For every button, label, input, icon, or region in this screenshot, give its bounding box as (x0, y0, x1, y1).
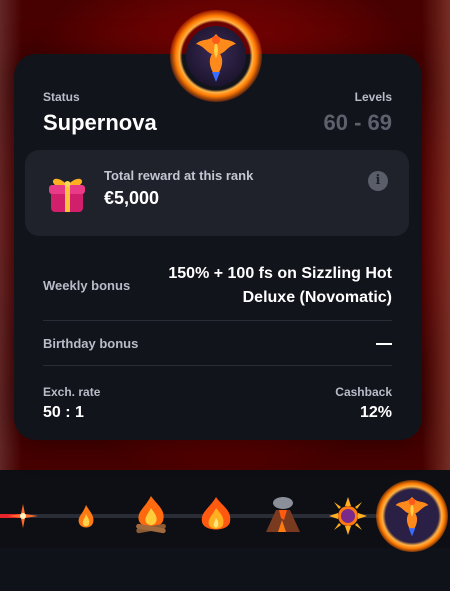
exchange-rate-value: 50 : 1 (43, 404, 84, 421)
reward-value: €5,000 (104, 188, 160, 208)
big-flame-icon (201, 497, 231, 530)
status-value: Supernova (43, 110, 157, 135)
cashback-label: Cashback (335, 385, 392, 399)
divider (43, 320, 392, 321)
exchange-rate-label: Exch. rate (43, 385, 101, 399)
phoenix-emblem-icon (170, 10, 262, 102)
cashback-value: 12% (359, 404, 392, 421)
volcano-icon (266, 497, 300, 532)
weekly-bonus-value: 150% + 100 fs on Sizzling Hot Deluxe (No… (168, 265, 392, 306)
reward-label: Total reward at this rank (104, 168, 254, 183)
sun-icon (329, 497, 367, 535)
status-label: Status (43, 90, 80, 104)
spark-icon (8, 504, 38, 528)
background-bottom-band (0, 548, 450, 591)
rank-card: Status Supernova Levels 60 - 69 Total re… (14, 54, 422, 440)
birthday-bonus-value-dash (376, 343, 392, 345)
levels-label: Levels (354, 90, 392, 104)
campfire-icon (136, 496, 166, 534)
info-icon[interactable]: i (368, 171, 388, 191)
phoenix-icon (376, 480, 448, 552)
reward-panel: Total reward at this rank €5,000 i (25, 150, 409, 236)
gift-icon (49, 178, 85, 212)
divider (43, 365, 392, 366)
levels-value: 60 - 69 (323, 110, 393, 135)
weekly-bonus-label: Weekly bonus (43, 278, 131, 293)
birthday-bonus-label: Birthday bonus (43, 336, 139, 351)
small-flame-icon (78, 505, 94, 528)
